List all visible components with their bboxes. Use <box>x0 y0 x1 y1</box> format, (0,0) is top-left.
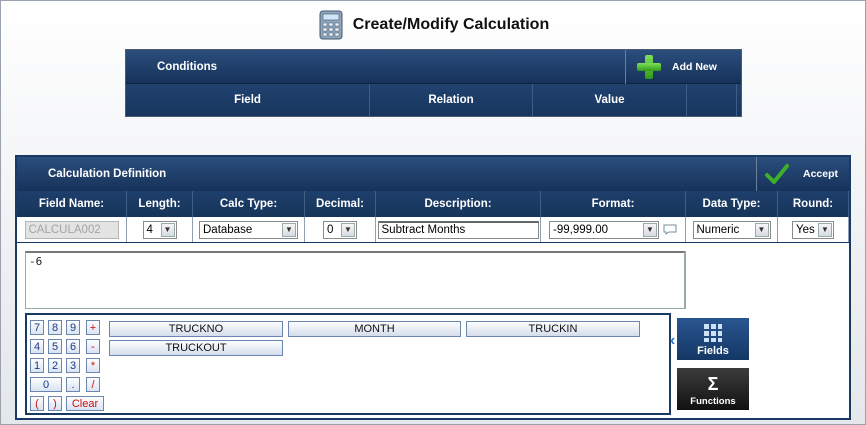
calc-def-title: Calculation Definition <box>48 168 167 180</box>
field-name-input[interactable]: CALCULA002 <box>24 220 119 239</box>
format-cell: -99,999.00 ▼ <box>541 217 686 242</box>
key-3[interactable]: 3 <box>66 358 80 373</box>
key-1[interactable]: 1 <box>30 358 44 373</box>
conditions-columns: Field Relation Value <box>126 84 741 116</box>
decimal-cell: 0 ▼ <box>305 217 376 242</box>
col-data-type: Data Type: <box>686 191 778 217</box>
calc-def-header: Calculation Definition Accept <box>17 157 849 191</box>
col-blank <box>687 84 737 116</box>
conditions-panel: Conditions Add New Field Relation Value <box>125 49 742 117</box>
format-value: -99,999.00 <box>553 223 608 236</box>
expression-textarea[interactable]: -6 <box>25 251 685 309</box>
plus-icon <box>636 54 662 80</box>
fields-button[interactable]: Fields <box>677 318 749 360</box>
round-cell: Yes ▼ <box>778 217 849 242</box>
col-field-name: Field Name: <box>17 191 127 217</box>
calc-type-value: Database <box>203 223 253 236</box>
calc-type-cell: Database ▼ <box>193 217 305 242</box>
key-7[interactable]: 7 <box>30 320 44 335</box>
col-decimal: Decimal: <box>305 191 376 217</box>
calculator-icon <box>319 10 343 40</box>
calc-type-select[interactable]: Database ▼ <box>199 220 298 239</box>
comment-icon[interactable] <box>663 224 677 235</box>
col-calc-type: Calc Type: <box>193 191 305 217</box>
add-new-label: Add New <box>672 61 717 73</box>
grid-icon <box>704 324 722 342</box>
col-value: Value <box>533 84 687 116</box>
key-decimal[interactable]: . <box>66 377 80 392</box>
key-4[interactable]: 4 <box>30 339 44 354</box>
title-bar: Create/Modify Calculation <box>1 9 866 41</box>
add-new-button[interactable]: Add New <box>625 50 741 84</box>
length-select[interactable]: 4 ▼ <box>142 220 177 239</box>
key-divide[interactable]: / <box>86 377 100 392</box>
key-2[interactable]: 2 <box>48 358 62 373</box>
data-type-cell: Numeric ▼ <box>686 217 778 242</box>
field-button-truckin[interactable]: TRUCKIN <box>466 321 640 337</box>
chevron-down-icon: ▼ <box>282 222 296 237</box>
calc-def-columns: Field Name: Length: Calc Type: Decimal: … <box>17 191 849 217</box>
functions-label: Functions <box>690 396 736 407</box>
key-close-paren[interactable]: ) <box>48 396 62 411</box>
calc-def-inputs: CALCULA002 4 ▼ Database ▼ 0 ▼ Subtract M… <box>17 217 849 243</box>
col-description: Description: <box>376 191 541 217</box>
page-title: Create/Modify Calculation <box>352 16 550 33</box>
col-length: Length: <box>127 191 193 217</box>
col-round: Round: <box>778 191 849 217</box>
decimal-value: 0 <box>327 223 334 236</box>
fields-label: Fields <box>697 345 729 357</box>
clear-button[interactable]: Clear <box>66 396 104 411</box>
col-format: Format: <box>541 191 686 217</box>
chevron-down-icon: ▼ <box>754 222 769 237</box>
functions-button[interactable]: Σ Functions <box>677 368 749 410</box>
key-multiply[interactable]: * <box>86 358 100 373</box>
conditions-title: Conditions <box>157 60 218 73</box>
accept-label: Accept <box>803 168 839 180</box>
description-cell: Subtract Months <box>376 217 541 242</box>
key-minus[interactable]: - <box>86 339 100 354</box>
format-select[interactable]: -99,999.00 ▼ <box>549 220 659 239</box>
calculation-definition-panel: Calculation Definition Accept Field Name… <box>15 155 851 420</box>
round-select[interactable]: Yes ▼ <box>792 220 834 239</box>
chevron-down-icon: ▼ <box>818 222 832 237</box>
col-field: Field <box>126 84 370 116</box>
key-plus[interactable]: + <box>86 320 100 335</box>
key-6[interactable]: 6 <box>66 339 80 354</box>
chevron-down-icon: ▼ <box>643 222 657 237</box>
chevron-down-icon: ▼ <box>341 222 355 237</box>
key-8[interactable]: 8 <box>48 320 62 335</box>
key-9[interactable]: 9 <box>66 320 80 335</box>
round-value: Yes <box>796 223 815 236</box>
data-type-select[interactable]: Numeric ▼ <box>692 220 771 239</box>
field-button-truckno[interactable]: TRUCKNO <box>109 321 283 337</box>
field-button-truckout[interactable]: TRUCKOUT <box>109 340 283 356</box>
chevron-down-icon: ▼ <box>160 222 175 237</box>
data-type-value: Numeric <box>696 223 740 236</box>
field-name-cell: CALCULA002 <box>17 217 127 242</box>
length-cell: 4 ▼ <box>127 217 193 242</box>
conditions-header: Conditions Add New <box>126 50 741 84</box>
field-button-month[interactable]: MONTH <box>288 321 461 337</box>
key-0[interactable]: 0 <box>30 377 62 392</box>
accept-button[interactable]: Accept <box>756 157 849 191</box>
key-5[interactable]: 5 <box>48 339 62 354</box>
divider <box>685 251 686 309</box>
key-open-paren[interactable]: ( <box>30 396 44 411</box>
length-value: 4 <box>146 223 153 236</box>
description-input[interactable]: Subtract Months <box>377 220 539 239</box>
col-relation: Relation <box>370 84 533 116</box>
checkmark-icon <box>765 164 789 184</box>
chevron-left-icon: ‹ <box>670 332 676 349</box>
decimal-select[interactable]: 0 ▼ <box>323 220 357 239</box>
expression-builder: 7 8 9 + 4 5 6 - 1 2 3 * 0 . / ( ) Clear … <box>25 313 671 415</box>
sigma-icon: Σ <box>707 374 719 394</box>
